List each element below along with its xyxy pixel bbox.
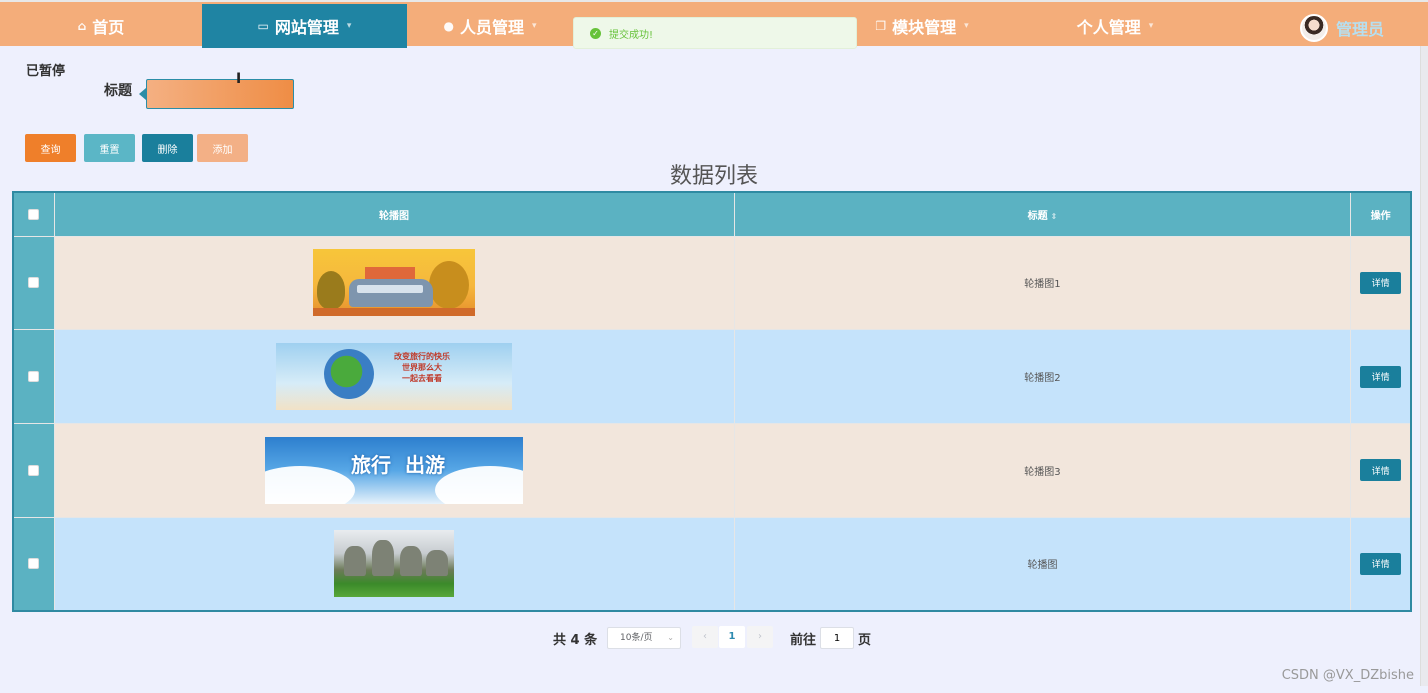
- user-icon: ●: [443, 19, 454, 33]
- chevron-down-icon: ▾: [1148, 21, 1154, 31]
- carousel-image-travel-clouds: 旅行 出游: [265, 436, 524, 504]
- nav-site-management[interactable]: ▭ 网站管理 ▾: [202, 4, 407, 48]
- nav-home-label: 首页: [92, 18, 125, 37]
- nav-module-management[interactable]: ❐ 模块管理 ▾: [857, 4, 987, 48]
- title-cell: 轮播图: [733, 516, 1352, 612]
- module-icon: ❐: [875, 19, 887, 33]
- text-cursor-icon: I: [236, 71, 242, 87]
- admin-menu[interactable]: 管理员: [1300, 12, 1384, 44]
- image-cell: [53, 235, 735, 331]
- page-size-value: 10条/页: [620, 633, 653, 643]
- table-row: 轮播图 详情: [12, 516, 1412, 612]
- watermark: CSDN @VX_DZbishe: [1281, 668, 1414, 683]
- title-cell: 轮播图1: [733, 235, 1352, 331]
- nav-staff-management-label: 人员管理: [459, 18, 524, 37]
- admin-name: 管理员: [1336, 20, 1385, 39]
- image-caption: 旅行 出游: [351, 449, 445, 478]
- image-caption-line: 改变旅行的快乐: [394, 352, 451, 362]
- row-select-cell[interactable]: [12, 235, 55, 331]
- row-checkbox[interactable]: [28, 464, 40, 476]
- page-number-current[interactable]: 1: [719, 626, 745, 648]
- table-row: 旅行 出游 轮播图3 详情: [12, 423, 1412, 518]
- detail-button[interactable]: 详情: [1360, 552, 1402, 575]
- success-toast: ✓ 提交成功!: [573, 17, 857, 49]
- nav-personal-management-label: 个人管理: [1076, 18, 1141, 37]
- goto-page-input[interactable]: [820, 627, 854, 649]
- row-checkbox[interactable]: [28, 370, 40, 382]
- data-table: 轮播图 标题 ⇕ 操作 轮播图1 详情 改变旅行的快乐 世界那么大 一起去看看 …: [12, 191, 1412, 612]
- actions-cell: 详情: [1350, 516, 1412, 612]
- row-select-cell[interactable]: [12, 329, 55, 424]
- image-caption-line: 出游: [404, 452, 445, 477]
- monitor-icon: ▭: [257, 19, 269, 33]
- page-suffix: 页: [858, 633, 872, 648]
- row-checkbox[interactable]: [28, 277, 40, 289]
- avatar[interactable]: [1300, 14, 1328, 42]
- chevron-right-icon: ›: [758, 631, 762, 642]
- carousel-image-travel-globe: 改变旅行的快乐 世界那么大 一起去看看: [276, 343, 513, 411]
- image-caption: 改变旅行的快乐 世界那么大 一起去看看: [394, 351, 450, 384]
- row-select-cell[interactable]: [12, 516, 55, 612]
- pagination: 共 4 条 10条/页 ⌄ ‹ 1 › 前往 页: [0, 626, 1428, 650]
- select-all-checkbox[interactable]: [28, 208, 40, 220]
- status-text: 已暂停: [26, 64, 66, 79]
- scrollbar[interactable]: [1420, 46, 1428, 686]
- table-row: 轮播图1 详情: [12, 235, 1412, 331]
- carousel-image-autumn-bus: [313, 249, 476, 317]
- total-count: 共 4 条: [553, 633, 598, 648]
- check-circle-icon: ✓: [590, 27, 601, 39]
- actions-cell: 详情: [1350, 329, 1412, 424]
- nav-home[interactable]: ⌂ 首页: [0, 4, 202, 48]
- nav-staff-management[interactable]: ● 人员管理 ▾: [407, 4, 573, 48]
- search-title-label: 标题: [104, 83, 132, 99]
- nav-personal-management[interactable]: 个人管理 ▾: [1040, 4, 1190, 48]
- row-select-cell[interactable]: [12, 423, 55, 518]
- carousel-image-stone-forest: [334, 530, 455, 598]
- goto-label: 前往: [790, 633, 817, 648]
- image-cell: 旅行 出游: [53, 423, 735, 518]
- image-caption-line: 旅行: [351, 452, 392, 477]
- detail-button[interactable]: 详情: [1360, 459, 1402, 482]
- page-size-select[interactable]: 10条/页 ⌄: [607, 627, 681, 649]
- table-row: 改变旅行的快乐 世界那么大 一起去看看 轮播图2 详情: [12, 329, 1412, 424]
- chevron-down-icon: ⌄: [667, 633, 674, 642]
- list-title: 数据列表: [669, 164, 758, 189]
- title-cell: 轮播图2: [733, 329, 1352, 424]
- actions-cell: 详情: [1350, 235, 1412, 331]
- sort-icon[interactable]: ⇕: [1051, 212, 1058, 221]
- image-cell: 改变旅行的快乐 世界那么大 一起去看看: [53, 329, 735, 424]
- select-all-cell[interactable]: [12, 191, 55, 237]
- search-title-input[interactable]: [146, 79, 294, 109]
- row-checkbox[interactable]: [28, 558, 40, 570]
- chevron-down-icon: ▾: [346, 21, 352, 31]
- home-icon: ⌂: [77, 19, 87, 33]
- column-header-actions: 操作: [1350, 191, 1412, 237]
- actions-cell: 详情: [1350, 423, 1412, 518]
- image-cell: [53, 516, 735, 612]
- prev-page-button[interactable]: ‹: [692, 626, 718, 648]
- next-page-button[interactable]: ›: [747, 626, 773, 648]
- column-header-title-label: 标题: [1027, 210, 1048, 222]
- column-header-image: 轮播图: [53, 191, 735, 237]
- image-caption-line: 世界那么大: [402, 363, 443, 373]
- toast-message: 提交成功!: [609, 29, 654, 41]
- nav-site-management-label: 网站管理: [274, 18, 339, 37]
- title-cell: 轮播图3: [733, 423, 1352, 518]
- detail-button[interactable]: 详情: [1360, 365, 1402, 388]
- detail-button[interactable]: 详情: [1360, 271, 1402, 294]
- nav-module-management-label: 模块管理: [892, 18, 957, 37]
- chevron-down-icon: ▾: [531, 21, 537, 31]
- column-header-title[interactable]: 标题 ⇕: [733, 191, 1352, 237]
- chevron-left-icon: ‹: [703, 631, 707, 642]
- chevron-down-icon: ▾: [964, 21, 969, 31]
- table-header-row: 轮播图 标题 ⇕ 操作: [12, 191, 1412, 237]
- image-caption-line: 一起去看看: [402, 374, 443, 384]
- input-focus-indicator: [139, 88, 146, 100]
